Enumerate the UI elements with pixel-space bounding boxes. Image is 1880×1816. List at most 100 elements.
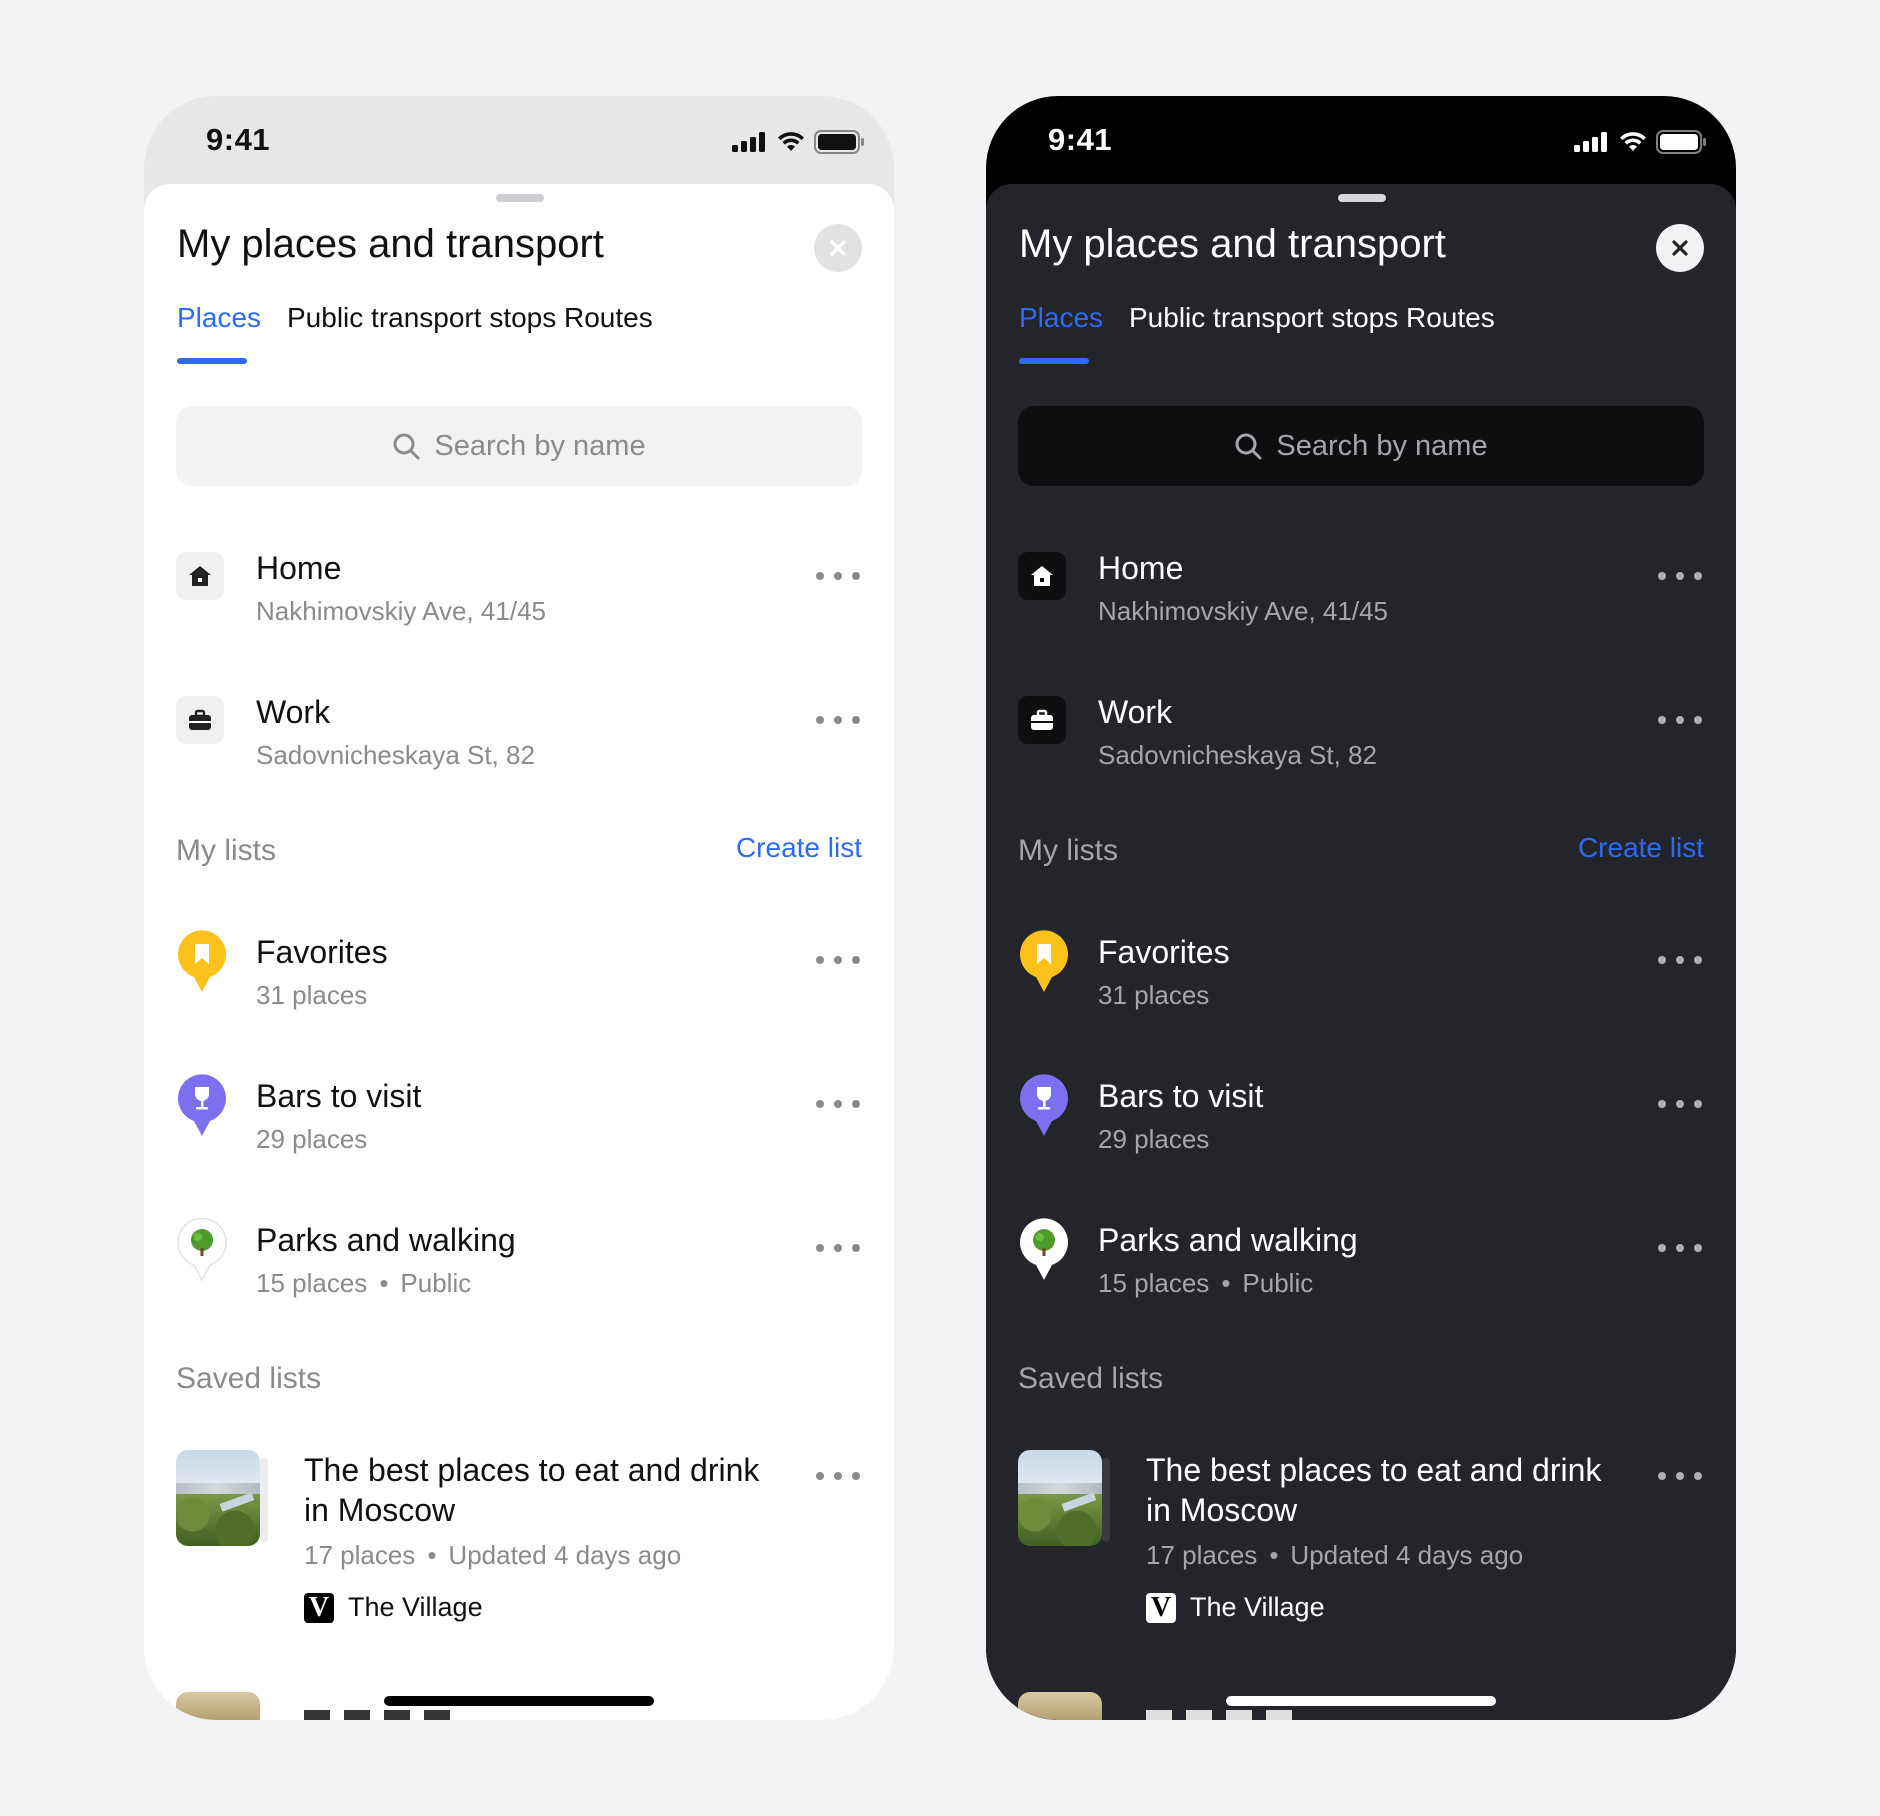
next-item-title — [1146, 1710, 1306, 1720]
address-name: Work — [256, 694, 331, 730]
address-value: Sadovnicheskaya St, 82 — [256, 740, 535, 770]
more-options-button[interactable] — [1658, 710, 1702, 730]
saved-list-meta: 17 places • Updated 4 days ago — [1146, 1540, 1524, 1570]
home-icon — [176, 552, 224, 600]
more-options-button[interactable] — [816, 710, 860, 730]
close-icon — [830, 240, 846, 256]
close-button[interactable] — [1656, 224, 1704, 272]
address-value: Nakhimovskiy Ave, 41/45 — [1098, 596, 1388, 626]
home-indicator[interactable] — [384, 1696, 654, 1706]
tree-pin-icon — [1020, 1218, 1068, 1280]
search-input[interactable]: Search by name — [176, 406, 862, 486]
next-item-thumbnail — [176, 1692, 260, 1720]
phone-light: 9:41 My places and transport Places Publ… — [144, 96, 894, 1720]
search-placeholder: Search by name — [434, 429, 646, 462]
close-icon — [1672, 240, 1688, 256]
tab-public-transport-stops[interactable]: Public transport stops — [1129, 302, 1398, 334]
status-time: 9:41 — [206, 122, 271, 157]
saved-list-item[interactable]: The best places to eat and drink in Mosc… — [144, 1450, 894, 1650]
thumbnail-stack — [1102, 1458, 1110, 1542]
status-bar: 9:41 — [986, 96, 1736, 184]
more-options-button[interactable] — [816, 1238, 860, 1258]
search-input[interactable]: Search by name — [1018, 406, 1704, 486]
sheet-title: My places and transport — [1019, 222, 1446, 266]
saved-lists-heading: Saved lists — [1018, 1362, 1164, 1395]
author-name: The Village — [348, 1592, 483, 1622]
saved-list-thumbnail — [176, 1450, 260, 1546]
sheet-grabber[interactable] — [496, 194, 544, 202]
more-options-button[interactable] — [1658, 566, 1702, 586]
signal-icon — [1574, 132, 1607, 152]
home-indicator[interactable] — [1226, 1696, 1496, 1706]
more-options-button[interactable] — [1658, 1094, 1702, 1114]
list-item-parks[interactable]: Parks and walking 15 places • Public — [144, 1218, 894, 1318]
list-meta: 31 places — [1098, 980, 1210, 1010]
address-row-work[interactable]: Work Sadovnicheskaya St, 82 — [144, 690, 894, 790]
more-options-button[interactable] — [816, 566, 860, 586]
search-placeholder: Search by name — [1276, 429, 1488, 462]
create-list-link[interactable]: Create list — [736, 832, 862, 864]
tab-active-indicator — [177, 358, 247, 364]
more-options-button[interactable] — [1658, 950, 1702, 970]
battery-icon — [814, 130, 864, 154]
list-meta: 29 places — [1098, 1124, 1210, 1154]
address-row-work[interactable]: Work Sadovnicheskaya St, 82 — [986, 690, 1736, 790]
saved-lists-heading: Saved lists — [176, 1362, 322, 1395]
list-name: Bars to visit — [256, 1078, 422, 1114]
tab-active-indicator — [1019, 358, 1089, 364]
list-name: Bars to visit — [1098, 1078, 1264, 1114]
more-options-button[interactable] — [816, 950, 860, 970]
more-options-button[interactable] — [1658, 1238, 1702, 1258]
saved-list-author: V The Village — [1146, 1592, 1325, 1623]
bottom-sheet: My places and transport Places Public tr… — [144, 184, 894, 1720]
saved-list-title: The best places to eat and drink in Mosc… — [1146, 1452, 1602, 1528]
saved-list-meta: 17 places • Updated 4 days ago — [304, 1540, 682, 1570]
the-village-logo-icon: V — [1146, 1592, 1176, 1623]
search-icon — [393, 433, 420, 460]
saved-list-item[interactable]: The best places to eat and drink in Mosc… — [986, 1450, 1736, 1650]
list-item-bars[interactable]: Bars to visit 29 places — [144, 1074, 894, 1174]
tab-routes[interactable]: Routes — [1406, 302, 1495, 334]
tab-places[interactable]: Places — [177, 302, 261, 334]
home-icon — [1018, 552, 1066, 600]
list-meta: 31 places — [256, 980, 368, 1010]
list-item-bars[interactable]: Bars to visit 29 places — [986, 1074, 1736, 1174]
address-name: Home — [256, 550, 342, 586]
list-item-parks[interactable]: Parks and walking 15 places • Public — [986, 1218, 1736, 1318]
address-name: Work — [1098, 694, 1173, 730]
bottom-sheet: My places and transport Places Public tr… — [986, 184, 1736, 1720]
author-name: The Village — [1190, 1592, 1325, 1622]
tab-places[interactable]: Places — [1019, 302, 1103, 334]
sheet-grabber[interactable] — [1338, 194, 1386, 202]
next-item-thumbnail — [1018, 1692, 1102, 1720]
sheet-title: My places and transport — [177, 222, 604, 266]
address-row-home[interactable]: Home Nakhimovskiy Ave, 41/45 — [144, 546, 894, 646]
list-item-favorites[interactable]: Favorites 31 places — [986, 930, 1736, 1030]
address-name: Home — [1098, 550, 1184, 586]
saved-list-thumbnail — [1018, 1450, 1102, 1546]
bookmark-pin-icon — [178, 930, 226, 992]
briefcase-icon — [1018, 696, 1066, 744]
wine-glass-pin-icon — [1020, 1074, 1068, 1136]
tab-routes[interactable]: Routes — [564, 302, 653, 334]
wifi-icon — [1620, 132, 1646, 151]
list-meta: 15 places • Public — [1098, 1268, 1314, 1298]
status-bar: 9:41 — [144, 96, 894, 184]
create-list-link[interactable]: Create list — [1578, 832, 1704, 864]
briefcase-icon — [176, 696, 224, 744]
list-meta: 29 places — [256, 1124, 368, 1154]
more-options-button[interactable] — [1658, 1466, 1702, 1486]
close-button[interactable] — [814, 224, 862, 272]
my-lists-heading: My lists — [1018, 834, 1118, 867]
tab-public-transport-stops[interactable]: Public transport stops — [287, 302, 556, 334]
more-options-button[interactable] — [816, 1094, 860, 1114]
the-village-logo-icon: V — [304, 1592, 334, 1623]
next-item-title — [304, 1710, 464, 1720]
address-value: Sadovnicheskaya St, 82 — [1098, 740, 1377, 770]
search-icon — [1235, 433, 1262, 460]
address-row-home[interactable]: Home Nakhimovskiy Ave, 41/45 — [986, 546, 1736, 646]
bookmark-pin-icon — [1020, 930, 1068, 992]
more-options-button[interactable] — [816, 1466, 860, 1486]
saved-list-author: V The Village — [304, 1592, 483, 1623]
list-item-favorites[interactable]: Favorites 31 places — [144, 930, 894, 1030]
